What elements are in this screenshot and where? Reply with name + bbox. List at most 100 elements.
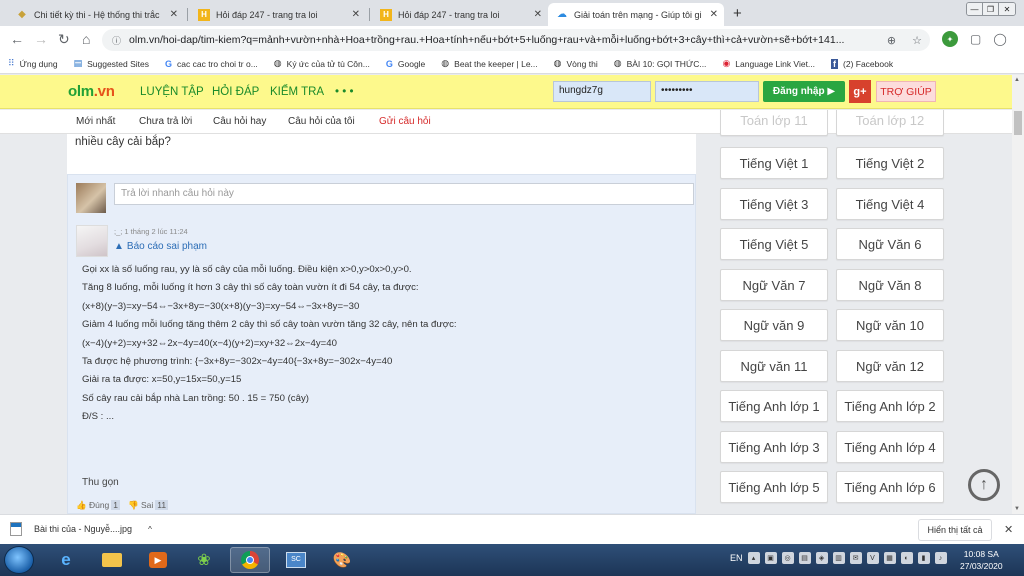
subject-button[interactable]: Tiếng Việt 2: [836, 147, 944, 179]
subject-button[interactable]: Ngữ Văn 6: [836, 228, 944, 260]
browser-tab-active[interactable]: ☁ Giải toán trên mạng - Giúp tôi gi ✕: [548, 3, 724, 26]
bookmark-item[interactable]: Gcac cac tro choi tr o...: [165, 59, 258, 69]
show-all-downloads-button[interactable]: Hiển thị tất cả: [918, 519, 992, 541]
bookmark-item[interactable]: f (2) Facebook: [831, 58, 893, 69]
bookmark-item[interactable]: ◍ BÀI 10: GỌI THỨC...: [614, 58, 707, 69]
minimize-icon[interactable]: —: [967, 3, 983, 15]
new-tab-icon[interactable]: +: [733, 5, 742, 22]
username-field[interactable]: hungdz7g: [553, 81, 651, 102]
subject-button[interactable]: Tiếng Việt 4: [836, 188, 944, 220]
subject-button[interactable]: Tiếng Anh lớp 1: [720, 390, 828, 422]
bookmark-item[interactable]: ▤ Suggested Sites: [74, 58, 149, 69]
subject-button[interactable]: Tiếng Việt 5: [720, 228, 828, 260]
subnav-newest[interactable]: Mới nhất: [76, 116, 115, 127]
help-button[interactable]: TRỢ GIÚP: [876, 81, 936, 102]
nav-kiem-tra[interactable]: KIỂM TRA: [270, 86, 324, 98]
subject-button[interactable]: Tiếng Việt 1: [720, 147, 828, 179]
tray-icon[interactable]: V: [866, 552, 879, 564]
chrome-icon[interactable]: [230, 547, 270, 573]
subnav-my-questions[interactable]: Câu hỏi của tôi: [288, 116, 355, 127]
internet-explorer-icon[interactable]: e: [46, 547, 86, 573]
bookmark-item[interactable]: ⠿ Ứng dụng: [8, 58, 58, 69]
bookmark-item[interactable]: ◍ Ký ức của tử tù Côn...: [274, 58, 370, 69]
browser-tab[interactable]: H Hỏi đáp 247 - trang tra loi ✕: [190, 3, 366, 26]
taskbar-clock[interactable]: 10:08 SA 27/03/2020: [960, 548, 1003, 572]
subject-button[interactable]: Ngữ Văn 8: [836, 269, 944, 301]
subject-button[interactable]: Toán lớp 12: [836, 110, 944, 136]
tray-icon[interactable]: ▤: [798, 552, 811, 564]
close-tab-icon[interactable]: ✕: [710, 9, 718, 20]
subnav-good-questions[interactable]: Câu hỏi hay: [213, 116, 266, 127]
file-explorer-icon[interactable]: [92, 547, 132, 573]
download-item[interactable]: Bài thi của - Nguyễ....jpg ^: [10, 522, 152, 536]
info-icon[interactable]: ⓘ: [112, 34, 121, 47]
tray-icon[interactable]: ▥: [832, 552, 845, 564]
network-icon[interactable]: ▮: [917, 552, 930, 564]
quick-reply-input[interactable]: Trả lời nhanh câu hỏi này: [114, 183, 694, 205]
password-field[interactable]: •••••••••: [655, 81, 759, 102]
install-icon[interactable]: ⊕: [887, 34, 896, 47]
close-icon[interactable]: ✕: [1004, 523, 1013, 536]
browser-tab[interactable]: H Hỏi đáp 247 - trang tra loi ✕: [372, 3, 548, 26]
subject-button[interactable]: Tiếng Anh lớp 6: [836, 471, 944, 503]
answerer-avatar[interactable]: [76, 225, 108, 257]
subject-button[interactable]: Tiếng Anh lớp 4: [836, 431, 944, 463]
nav-more[interactable]: • • •: [335, 86, 353, 98]
tray-icon[interactable]: ▣: [764, 552, 777, 564]
subject-button[interactable]: Ngữ văn 11: [720, 350, 828, 382]
back-icon[interactable]: ←: [10, 31, 24, 47]
collapse-link[interactable]: Thu gọn: [82, 477, 119, 488]
subnav-ask-question[interactable]: Gửi câu hỏi: [379, 116, 431, 127]
bookmark-item[interactable]: ◍ Beat the keeper | Le...: [441, 58, 537, 69]
subject-button[interactable]: Ngữ văn 10: [836, 309, 944, 341]
start-button[interactable]: [4, 546, 34, 574]
forward-icon[interactable]: →: [34, 31, 48, 47]
subject-button[interactable]: Tiếng Anh lớp 5: [720, 471, 828, 503]
scroll-to-top-icon[interactable]: ↑: [968, 469, 1000, 501]
extension-icon[interactable]: ✦: [942, 31, 958, 47]
bookmark-item[interactable]: G Google: [386, 59, 425, 69]
tray-icon[interactable]: ▴: [747, 552, 760, 564]
tray-icon[interactable]: ◈: [815, 552, 828, 564]
screen-capture-icon[interactable]: SC: [276, 547, 316, 573]
olm-logo[interactable]: olm.vn: [68, 83, 115, 100]
browser-tab[interactable]: ◆ Chi tiết kỳ thi - Hệ thống thi trắc ✕: [8, 3, 184, 26]
downvote-button[interactable]: 👎 Sai 11: [128, 500, 169, 511]
login-button[interactable]: Đăng nhập ▶: [763, 81, 845, 102]
bookmark-item[interactable]: ◍ Vòng thi: [554, 58, 598, 69]
subnav-unanswered[interactable]: Chưa trả lời: [139, 116, 192, 127]
tray-icon[interactable]: ▦: [883, 552, 896, 564]
subject-button[interactable]: Tiếng Anh lớp 3: [720, 431, 828, 463]
subject-button[interactable]: Ngữ văn 12: [836, 350, 944, 382]
green-app-icon[interactable]: ❀: [184, 547, 224, 573]
menu-icon[interactable]: ⋮: [1019, 32, 1024, 46]
subject-button[interactable]: Ngữ Văn 7: [720, 269, 828, 301]
language-indicator[interactable]: EN: [730, 553, 743, 563]
paint-icon[interactable]: 🎨: [322, 547, 362, 573]
address-bar[interactable]: ⓘ olm.vn/hoi-dap/tim-kiem?q=mảnh+vườn+nh…: [102, 29, 930, 51]
nav-hoi-dap[interactable]: HỎI ĐÁP: [212, 86, 259, 98]
volume-icon[interactable]: ♪: [934, 552, 947, 564]
profile-icon[interactable]: ◯: [993, 32, 1006, 46]
report-link[interactable]: ▲ Báo cáo sai phạm: [114, 241, 207, 252]
page-scrollbar[interactable]: ▲ ▼: [1012, 75, 1024, 514]
extensions-icon[interactable]: ▢: [970, 32, 981, 46]
close-tab-icon[interactable]: ✕: [352, 9, 360, 20]
home-icon[interactable]: ⌂: [82, 31, 90, 47]
bookmark-star-icon[interactable]: ☆: [912, 34, 922, 47]
tray-icon[interactable]: ◎: [781, 552, 794, 564]
reload-icon[interactable]: ↻: [58, 31, 70, 48]
tray-icon[interactable]: ◐: [900, 552, 913, 564]
google-plus-button[interactable]: g+: [849, 80, 871, 103]
scroll-up-icon[interactable]: ▲: [1014, 77, 1020, 83]
restore-icon[interactable]: ❐: [983, 3, 999, 15]
subject-button[interactable]: Tiếng Việt 3: [720, 188, 828, 220]
media-player-icon[interactable]: ▶: [138, 547, 178, 573]
close-tab-icon[interactable]: ✕: [534, 9, 542, 20]
tray-icon[interactable]: ✉: [849, 552, 862, 564]
subject-button[interactable]: Toán lớp 11: [720, 110, 828, 136]
bookmark-item[interactable]: ◉ Language Link Viet...: [722, 58, 815, 69]
upvote-button[interactable]: 👍 Đúng 1: [76, 500, 121, 511]
nav-luyen-tap[interactable]: LUYỆN TẬP: [140, 86, 204, 98]
chevron-up-icon[interactable]: ^: [148, 525, 152, 534]
